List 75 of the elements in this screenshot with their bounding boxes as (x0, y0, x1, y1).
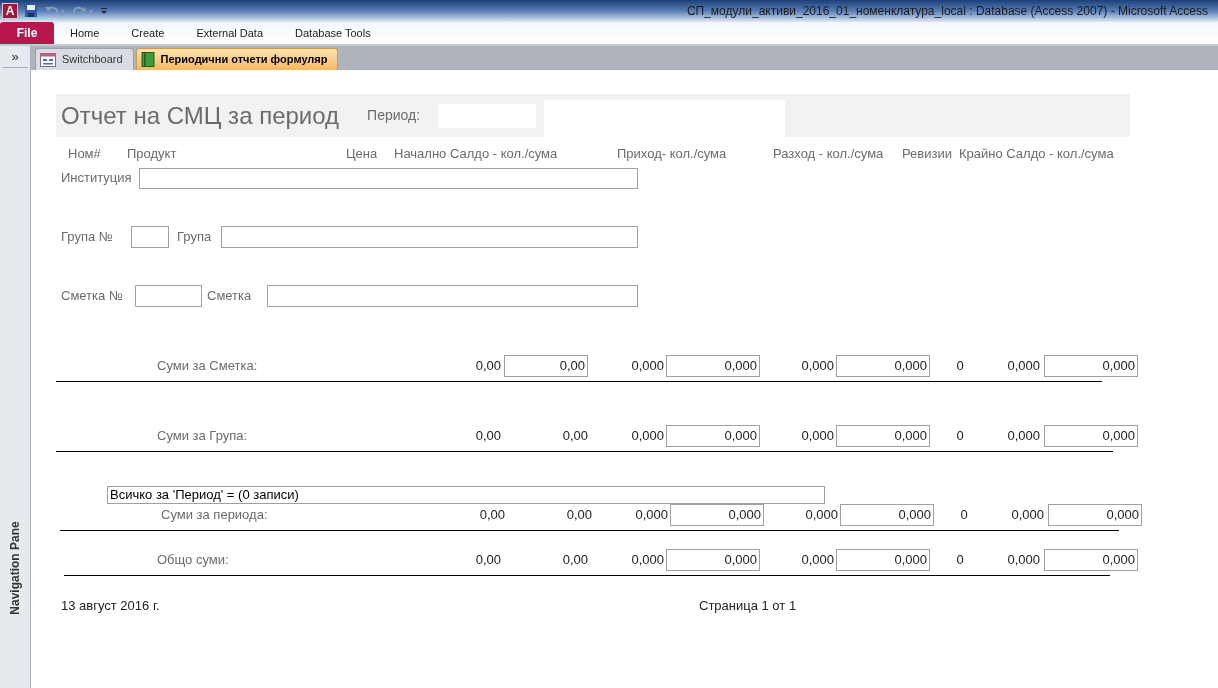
column-header: Цена (346, 145, 379, 163)
value-field: 0,000 (840, 503, 934, 526)
file-tab[interactable]: File (0, 22, 54, 44)
expand-pane-button[interactable]: » (2, 46, 28, 68)
field-label: Група № (61, 227, 114, 246)
period-total-field: Всичко за 'Период' = (0 записи) (107, 485, 825, 504)
value-field: 0,000 (1044, 548, 1138, 571)
value-text: 0,00 (474, 356, 501, 375)
report-title: Отчет на СМЦ за период (61, 100, 340, 131)
value-text: 0,00 (478, 505, 505, 524)
value-text: 0,000 (800, 356, 834, 375)
value-text: 0,000 (1010, 505, 1044, 524)
ribbon-tab[interactable]: Create (115, 22, 181, 44)
navigation-pane-label[interactable]: Navigation Pane (6, 521, 24, 615)
page-number: Страница 1 от 1 (699, 596, 797, 615)
field-label: Институция (61, 169, 133, 188)
value-field: 0,000 (666, 548, 760, 571)
field-label: Сметка № (61, 286, 124, 305)
value-field: 0,000 (1044, 424, 1138, 447)
window-title: СП_модули_активи_2016_01_номенклатура_local : Database (Access 2007) - Microsoft Access (686, 3, 1209, 20)
account-number-field (135, 284, 202, 307)
value-field: 0,000 (836, 354, 930, 377)
save-icon[interactable] (24, 4, 38, 18)
column-header: Крайно Салдо - кол./сума (959, 145, 1115, 163)
value-field: 0,000 (836, 424, 930, 447)
value-field: 0,000 (670, 503, 764, 526)
column-header: Продукт (127, 145, 178, 163)
value-text: 0,000 (800, 426, 834, 445)
ribbon-tab[interactable]: External Data (180, 22, 280, 44)
value-text: 0,000 (1006, 426, 1040, 445)
ribbon-tab[interactable]: Home (54, 22, 116, 44)
column-header: Приход- кол./сума (617, 145, 728, 163)
value-text: 0,00 (565, 505, 592, 524)
value-text: 0,000 (804, 505, 838, 524)
form-icon (40, 52, 56, 67)
value-text: 0 (959, 505, 969, 524)
value-text: 0,000 (634, 505, 668, 524)
column-header: Ревизии (902, 145, 953, 163)
column-header: Начално Салдо - кол./сума (394, 145, 559, 163)
value-field: 0,000 (836, 548, 930, 571)
value-field: 0,00 (504, 354, 588, 377)
field-label: Група (177, 227, 213, 246)
value-field: 0,000 (666, 424, 760, 447)
value-text: 0,000 (630, 426, 664, 445)
group-number-field (131, 225, 169, 248)
customize-toolbar-icon[interactable] (100, 5, 108, 17)
value-text: 0,00 (474, 550, 501, 569)
sum-label: Суми за Група: (157, 426, 249, 445)
ribbon-tab[interactable]: Database Tools (279, 22, 387, 44)
report-date: 13 август 2016 г. (61, 596, 161, 615)
column-header: Ном# (68, 145, 102, 163)
value-text: 0,000 (630, 356, 664, 375)
period-label: Период: (367, 106, 421, 125)
sum-label: Суми за Сметка: (157, 356, 259, 375)
value-field: 0,000 (1044, 354, 1138, 377)
value-text: 0,00 (474, 426, 501, 445)
document-tab[interactable]: Switchboard (35, 48, 134, 70)
column-header: Разход - кол./сума (773, 145, 885, 163)
field-label: Сметка (207, 286, 253, 305)
value-text: 0 (955, 550, 965, 569)
sum-label: Общо суми: (157, 550, 230, 569)
value-text: 0,00 (561, 426, 588, 445)
sum-label: Суми за периода: (161, 505, 269, 524)
value-text: 0,000 (630, 550, 664, 569)
value-text: 0,000 (1006, 356, 1040, 375)
app-icon[interactable]: A (2, 3, 18, 19)
value-field: 0,000 (666, 354, 760, 377)
value-text: 0,00 (561, 550, 588, 569)
report-icon (140, 52, 155, 67)
value-text: 0,000 (1006, 550, 1040, 569)
value-text: 0 (955, 356, 965, 375)
document-tab[interactable]: Периодични отчети формуляр (135, 48, 339, 70)
value-text: 0 (955, 426, 965, 445)
value-text: 0,000 (800, 550, 834, 569)
value-field: 0,000 (1048, 503, 1142, 526)
